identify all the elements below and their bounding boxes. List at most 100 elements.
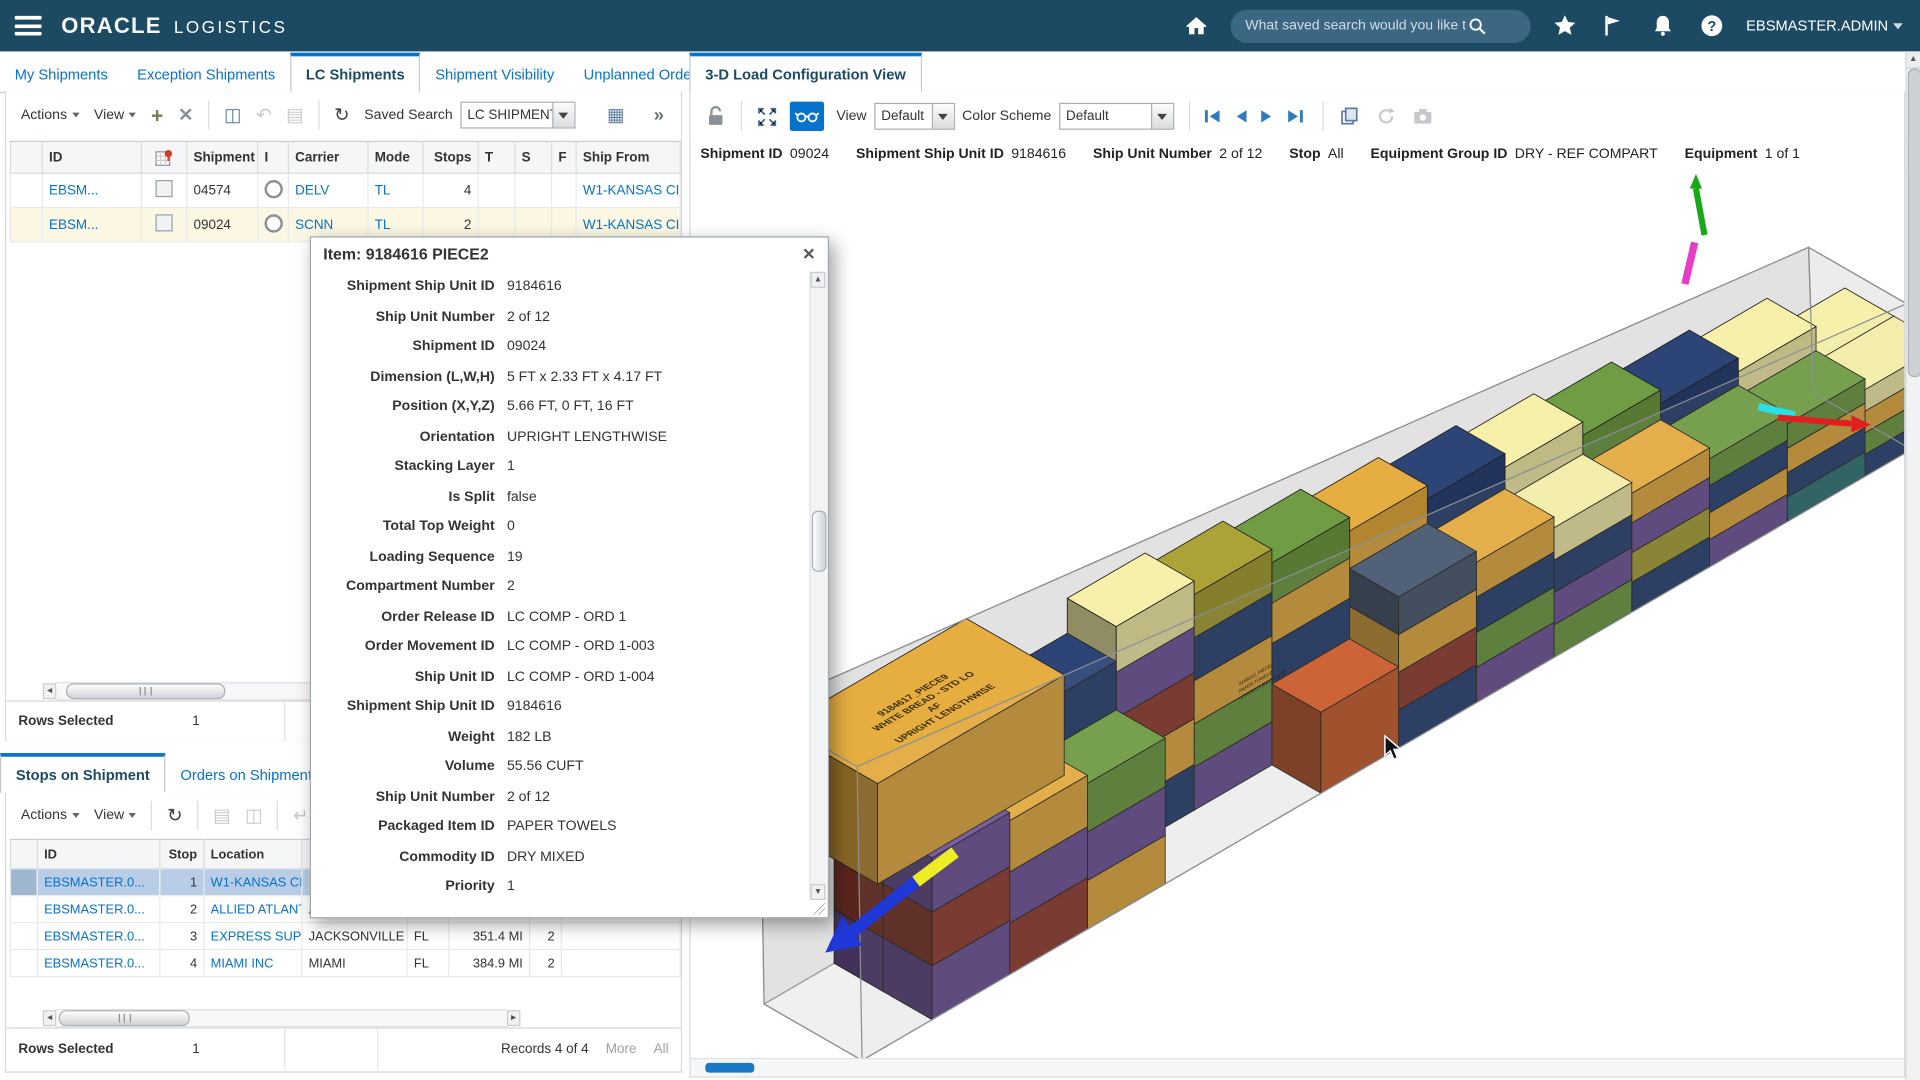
next-record-icon[interactable] <box>1260 109 1275 124</box>
tab-lc-shipments[interactable]: LC Shipments <box>290 53 421 93</box>
column-header-col[interactable] <box>10 839 37 868</box>
color-scheme-dropdown[interactable]: Default <box>1059 103 1174 130</box>
refresh-icon[interactable]: ↻ <box>334 106 349 124</box>
dialog-vscrollbar[interactable]: ▲ ▼ <box>809 272 826 900</box>
row-checkbox[interactable] <box>156 214 173 231</box>
scroll-down-icon[interactable]: ▼ <box>811 884 826 900</box>
stops-hscrollbar[interactable]: ◄ ► <box>43 1010 521 1026</box>
view-menu-button[interactable]: View <box>94 108 137 123</box>
tab-shipment-visibility[interactable]: Shipment Visibility <box>421 58 569 92</box>
info-pair-ship-unit-number: Ship Unit Number2 of 12 <box>1093 147 1262 162</box>
column-header-Stops[interactable]: Stops <box>423 141 478 173</box>
cell-link[interactable]: TL <box>368 173 423 207</box>
actions-menu-button[interactable]: Actions <box>21 808 79 823</box>
cell-link[interactable]: W1-KANSAS CIT <box>204 869 302 896</box>
rows-selected-value: 1 <box>180 702 285 741</box>
delete-icon[interactable]: ✕ <box>178 106 193 124</box>
flag-icon[interactable] <box>1602 13 1626 37</box>
column-header-T[interactable]: T <box>478 141 515 173</box>
stop-row[interactable]: EBSMASTER.0...3EXPRESS SUPPLY FLJACKSONV… <box>10 923 680 950</box>
tab-3d-load-configuration-view[interactable]: 3-D Load Configuration View <box>689 53 921 93</box>
tab-orders-on-shipment[interactable]: Orders on Shipment <box>166 758 327 792</box>
column-header-ID[interactable]: ID <box>37 839 159 868</box>
all-link[interactable]: All <box>654 1042 669 1057</box>
saved-search-dropdown[interactable]: LC SHIPMENT <box>460 102 575 129</box>
tab-exception-shipments[interactable]: Exception Shipments <box>122 58 289 92</box>
first-record-icon[interactable] <box>1203 109 1220 124</box>
column-header-Mode[interactable]: Mode <box>368 141 423 173</box>
column-header-Ship From[interactable]: Ship From <box>576 141 680 173</box>
previous-record-icon[interactable] <box>1233 109 1248 124</box>
cell-link[interactable]: EBSMASTER.0... <box>37 896 159 923</box>
page-vscrollbar[interactable]: ▲ <box>1905 51 1920 1080</box>
bottom-scroll-thumb[interactable] <box>705 1063 754 1073</box>
fullscreen-expand-icon[interactable] <box>757 106 778 127</box>
scroll-up-icon[interactable]: ▲ <box>1907 51 1920 68</box>
detach-table-icon: ◫ <box>245 806 262 824</box>
dialog-titlebar[interactable]: Item: 9184616 PIECE2 ✕ <box>311 238 828 270</box>
dialog-resize-grip[interactable] <box>813 902 825 914</box>
column-header-ID[interactable]: ID <box>42 141 141 173</box>
scroll-left-icon[interactable]: ◄ <box>43 1010 56 1026</box>
lock-icon[interactable] <box>705 105 726 127</box>
cell-link[interactable]: W1-KANSAS CI <box>576 173 680 207</box>
hamburger-menu-icon[interactable] <box>15 16 42 36</box>
column-header-I[interactable]: I <box>258 141 289 173</box>
column-header-Stop[interactable]: Stop <box>160 839 204 868</box>
cell-link[interactable]: DELV <box>288 173 368 207</box>
cell-link[interactable]: EBSMASTER.0... <box>37 869 159 896</box>
home-icon[interactable] <box>1184 13 1208 37</box>
stop-row[interactable]: EBSMASTER.0...4MIAMI INCMIAMIFL384.9 MI2 <box>10 950 680 977</box>
row-radio[interactable] <box>264 179 282 197</box>
global-search-input[interactable] <box>1243 17 1468 34</box>
load-view-bottom-scrollbar[interactable] <box>691 1058 1904 1076</box>
add-icon[interactable]: + <box>151 105 163 126</box>
row-radio[interactable] <box>264 214 282 232</box>
detach-table-icon[interactable]: ◫ <box>224 106 241 124</box>
user-menu-caret-icon[interactable] <box>1893 23 1903 29</box>
notifications-bell-icon[interactable] <box>1651 13 1675 37</box>
scroll-right-icon[interactable]: ► <box>507 1010 520 1026</box>
dialog-scroll-thumb[interactable] <box>812 511 827 572</box>
favorites-star-icon[interactable] <box>1553 13 1577 37</box>
shipment-row[interactable]: EBSM...04574DELVTL4W1-KANSAS CI <box>10 173 680 207</box>
actions-menu-button[interactable]: Actions <box>21 108 79 123</box>
copy-pages-icon[interactable] <box>1339 107 1359 127</box>
page-scroll-thumb[interactable] <box>1908 69 1920 378</box>
more-link[interactable]: More <box>606 1042 637 1057</box>
view-dropdown[interactable]: Default <box>874 103 955 130</box>
user-menu[interactable]: EBSMASTER.ADMIN <box>1746 17 1888 34</box>
cell-link[interactable]: EBSM... <box>42 173 141 207</box>
last-record-icon[interactable] <box>1286 109 1303 124</box>
tab-stops-on-shipment[interactable]: Stops on Shipment <box>0 753 166 793</box>
cell-link[interactable]: EXPRESS SUPPLY FL <box>204 923 302 950</box>
cell-link[interactable]: EBSMASTER.0... <box>37 923 159 950</box>
row-checkbox[interactable] <box>156 180 173 197</box>
map-pin-column-header[interactable] <box>141 141 186 173</box>
column-header-Shipment[interactable]: Shipment <box>187 141 258 173</box>
cell-link[interactable]: MIAMI INC <box>204 950 302 977</box>
refresh-icon[interactable]: ↻ <box>167 806 182 824</box>
column-header-S[interactable]: S <box>515 141 552 173</box>
scroll-up-icon[interactable]: ▲ <box>811 272 826 288</box>
cell-link[interactable]: EBSMASTER.0... <box>37 950 159 977</box>
column-header-Location[interactable]: Location <box>204 839 302 868</box>
3d-glasses-toggle-button[interactable] <box>790 102 824 131</box>
column-header-select[interactable] <box>10 141 42 173</box>
field-value: 2 of 12 <box>507 309 550 324</box>
help-icon[interactable]: ? <box>1700 13 1724 37</box>
tab-my-shipments[interactable]: My Shipments <box>0 58 122 92</box>
cell-link[interactable]: EBSM... <box>42 208 141 242</box>
search-icon[interactable] <box>1468 17 1486 35</box>
global-search[interactable] <box>1231 9 1531 42</box>
view-menu-button[interactable]: View <box>94 808 137 823</box>
grid-columns-icon[interactable]: ▦ <box>607 106 624 124</box>
column-header-F[interactable]: F <box>552 141 576 173</box>
scroll-left-icon[interactable]: ◄ <box>43 683 56 699</box>
overflow-chevrons-icon[interactable]: » <box>654 106 664 124</box>
cell-link[interactable]: ALLIED ATLANTA <box>204 896 302 923</box>
cell: 2 <box>530 950 562 977</box>
column-header-Carrier[interactable]: Carrier <box>288 141 368 173</box>
load-3d-viewport[interactable]: 9184617_PIECE9WHITE BREAD - STD LOAFUPRI… <box>691 171 1904 1060</box>
close-icon[interactable]: ✕ <box>802 246 815 262</box>
